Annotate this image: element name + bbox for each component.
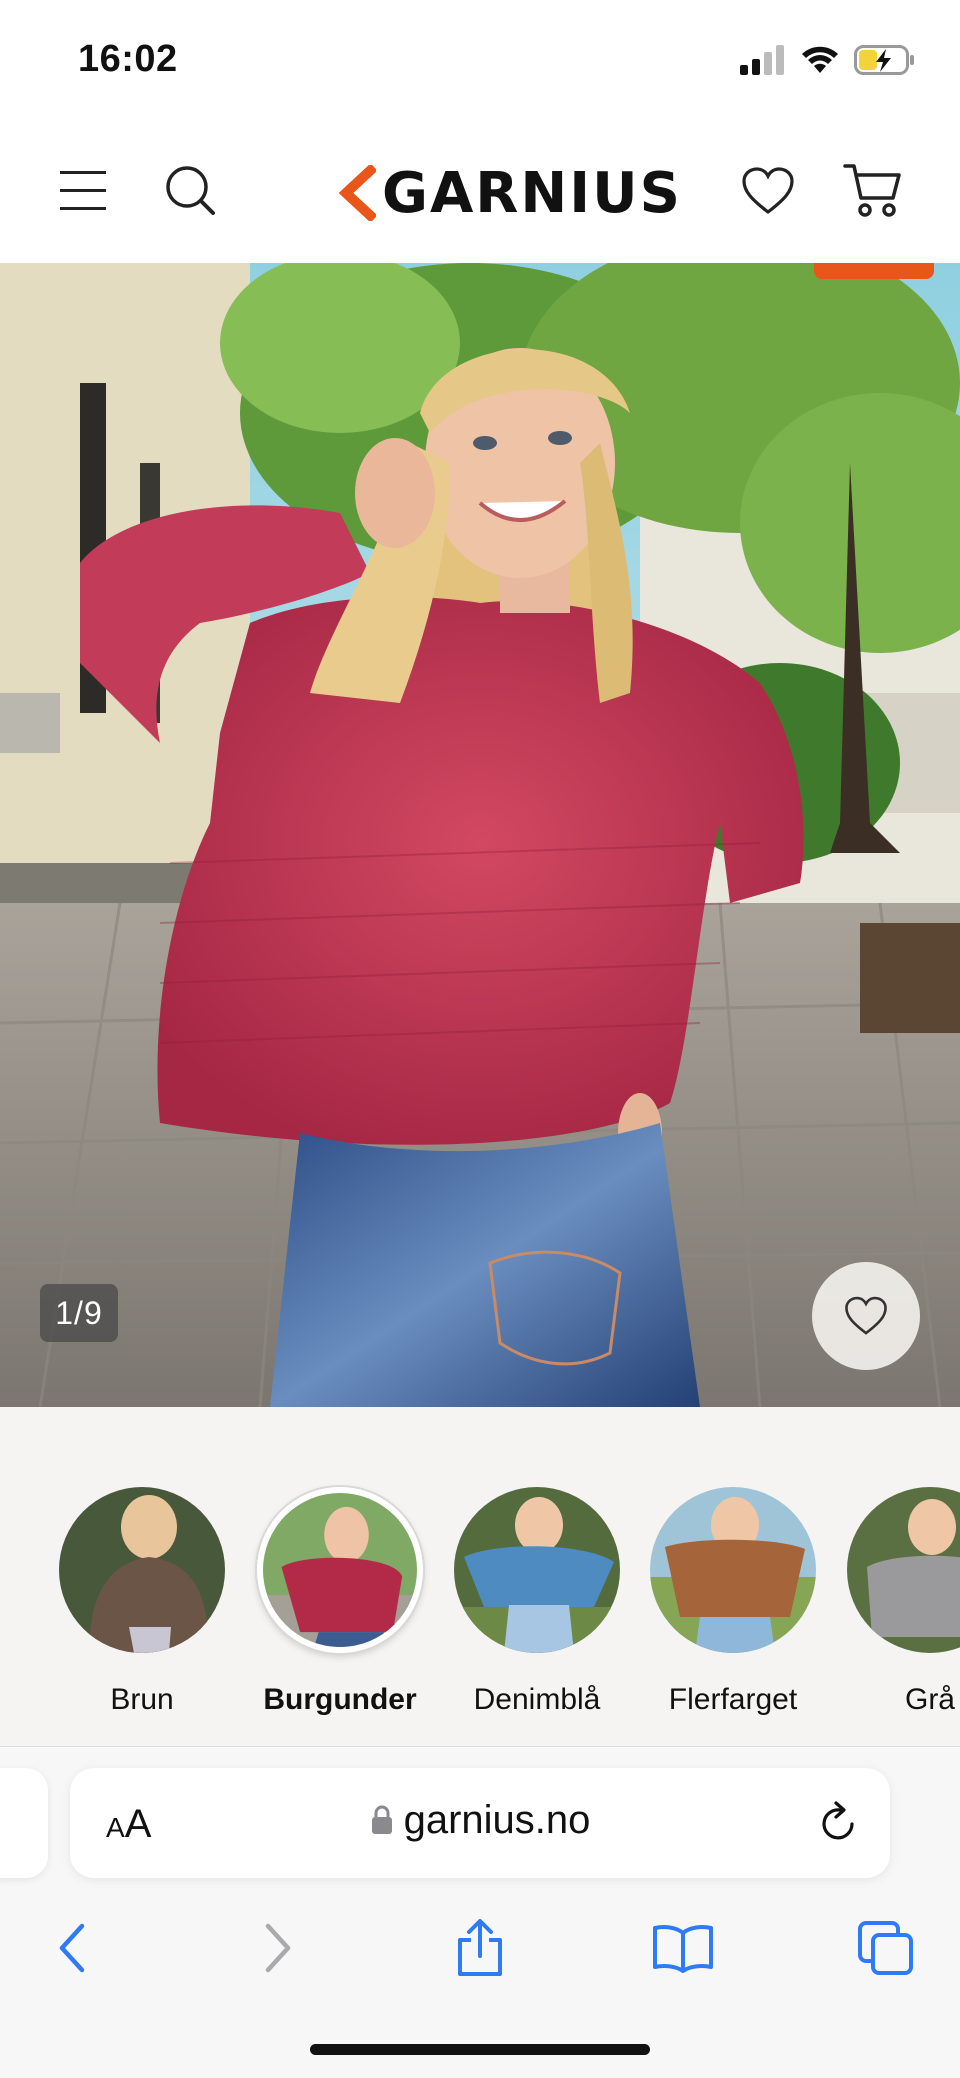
- status-time: 16:02: [78, 38, 178, 80]
- variant-label: Flerfarget: [668, 1683, 798, 1716]
- variant-gra[interactable]: Grå: [845, 1487, 960, 1717]
- promo-tab[interactable]: [814, 263, 934, 279]
- variant-thumbnail: [59, 1487, 225, 1653]
- variant-thumbnail: [454, 1487, 620, 1653]
- add-to-favorites-button[interactable]: [812, 1262, 920, 1370]
- search-icon: [166, 166, 215, 215]
- share-button[interactable]: [440, 1908, 520, 1988]
- variant-thumbnail-selected: [257, 1487, 423, 1653]
- status-bar: 16:02: [0, 0, 960, 120]
- chevron-left-icon: [59, 1923, 85, 1973]
- reload-button[interactable]: [818, 1800, 860, 1849]
- variant-burgunder[interactable]: Burgunder: [255, 1487, 425, 1717]
- status-icons: [740, 40, 916, 80]
- heart-icon: [845, 1296, 887, 1335]
- back-button[interactable]: [32, 1908, 112, 1988]
- variant-label: Burgunder: [263, 1683, 417, 1716]
- forward-button[interactable]: [238, 1908, 318, 1988]
- menu-button[interactable]: [48, 156, 118, 226]
- address-bar[interactable]: AA garnius.no: [70, 1768, 890, 1878]
- battery-charging-icon: [854, 45, 914, 75]
- url-display: garnius.no: [70, 1798, 890, 1845]
- product-photo: [0, 263, 960, 1407]
- wishlist-button[interactable]: [733, 156, 803, 226]
- variant-label: Denimblå: [473, 1683, 601, 1716]
- color-variant-selector: Brun Burgunder Denimblå Flerfarget Grå: [0, 1407, 960, 1747]
- variant-thumbnail: [847, 1487, 960, 1653]
- variant-thumbnail: [650, 1487, 816, 1653]
- shopping-cart-icon: [843, 164, 901, 217]
- tabs-icon: [858, 1921, 913, 1975]
- lock-icon: [370, 1800, 394, 1845]
- hamburger-menu-icon: [60, 171, 106, 210]
- chevron-right-icon: [265, 1923, 291, 1973]
- cart-button[interactable]: [838, 156, 908, 226]
- variant-brun[interactable]: Brun: [57, 1487, 227, 1717]
- search-button[interactable]: [156, 156, 226, 226]
- heart-icon: [742, 167, 794, 215]
- previous-tab-preview[interactable]: [0, 1768, 48, 1878]
- variant-flerfarget[interactable]: Flerfarget: [648, 1487, 818, 1717]
- site-header: GARNIUS: [0, 120, 960, 263]
- product-image[interactable]: [0, 263, 960, 1407]
- tabs-button[interactable]: [846, 1908, 926, 1988]
- variant-denimbla[interactable]: Denimblå: [452, 1487, 622, 1717]
- url-text: garnius.no: [403, 1798, 591, 1842]
- bookmarks-button[interactable]: [643, 1908, 723, 1988]
- wifi-icon: [802, 46, 838, 73]
- share-icon: [458, 1919, 502, 1976]
- garnius-logo[interactable]: GARNIUS: [332, 160, 682, 226]
- home-indicator: [310, 2044, 650, 2055]
- browser-chrome: AA garnius.no: [0, 1748, 960, 2078]
- variant-label: Brun: [110, 1683, 174, 1716]
- brand-name: GARNIUS: [382, 160, 682, 226]
- book-icon: [653, 1925, 713, 1973]
- cellular-signal-icon: [740, 45, 784, 75]
- reload-icon: [822, 1801, 854, 1840]
- variant-label: Grå: [904, 1683, 955, 1716]
- garnius-logo-chevron-icon: [338, 165, 376, 221]
- image-counter: 1/9: [40, 1284, 118, 1342]
